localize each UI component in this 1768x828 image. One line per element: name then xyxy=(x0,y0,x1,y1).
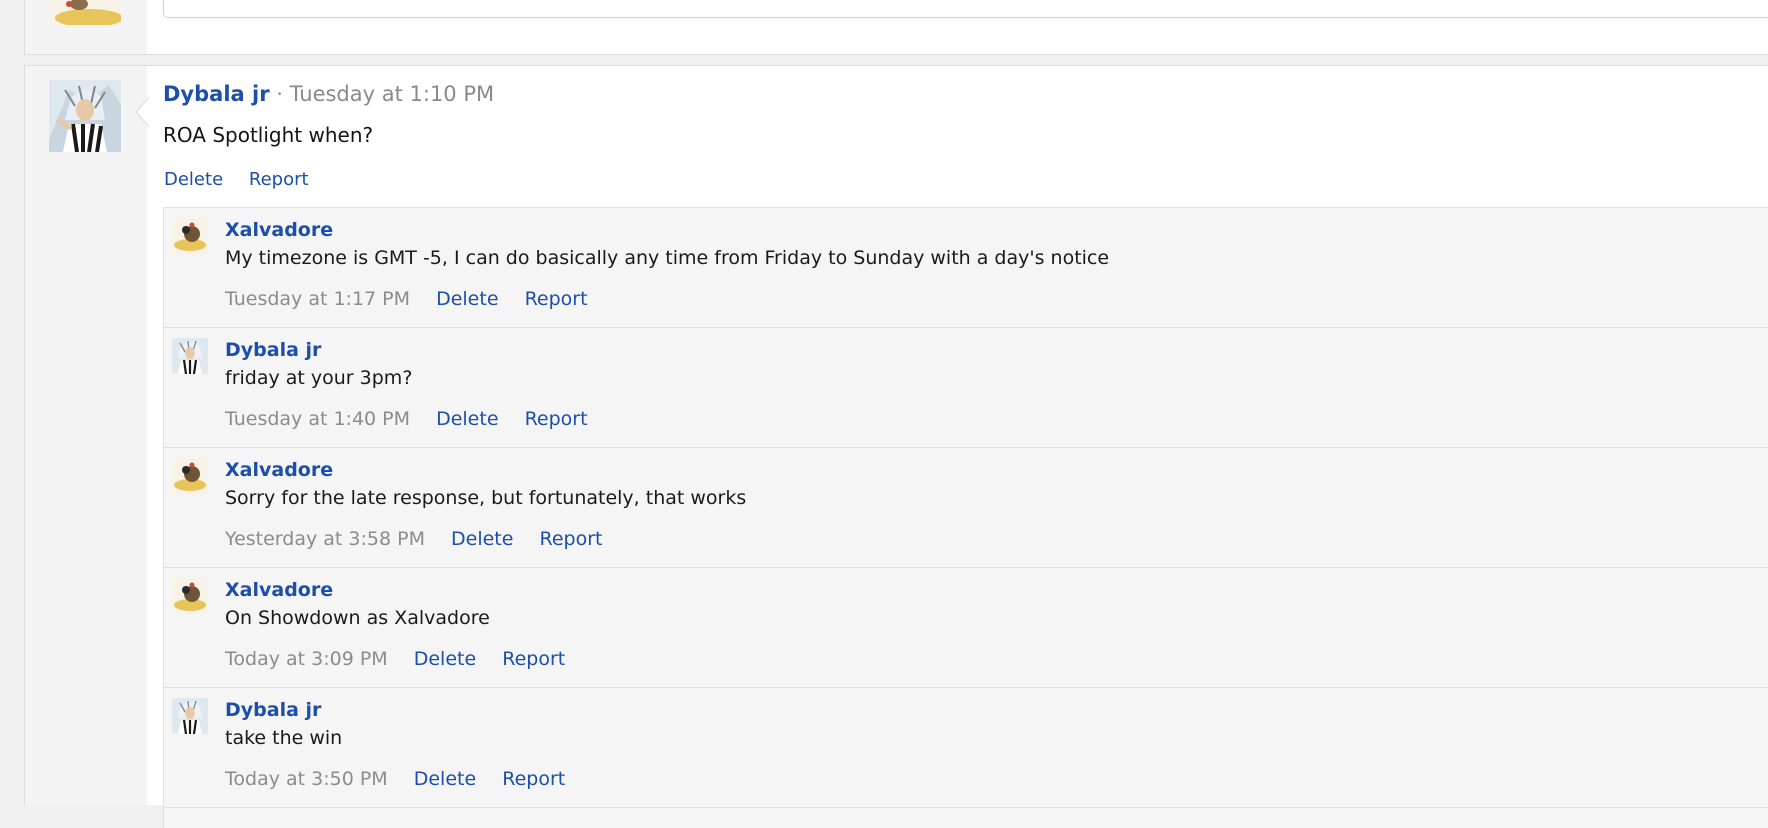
xalvadore-avatar[interactable] xyxy=(172,218,208,254)
comment-text: My timezone is GMT -5, I can do basicall… xyxy=(225,247,1110,269)
comment-item: Xalvadore On Showdown as Xalvadore Today… xyxy=(164,568,1768,688)
xalvadore-avatar[interactable] xyxy=(172,578,208,614)
delete-button[interactable]: Delete xyxy=(451,528,513,550)
post-message: ROA Spotlight when? xyxy=(163,123,374,147)
comment-timestamp[interactable]: Today at 3:50 PM xyxy=(225,768,388,790)
comment-meta: Tuesday at 1:40 PM Delete Report xyxy=(225,408,608,430)
report-button[interactable]: Report xyxy=(502,768,565,790)
comment-text: On Showdown as Xalvadore xyxy=(225,607,490,629)
comment-author-link[interactable]: Dybala jr xyxy=(225,339,321,361)
report-button[interactable]: Report xyxy=(525,408,588,430)
comment-text: friday at your 3pm? xyxy=(225,367,413,389)
comment-author-link[interactable]: Xalvadore xyxy=(225,219,333,241)
dybala-avatar[interactable] xyxy=(172,698,208,734)
comment-meta: Tuesday at 1:17 PM Delete Report xyxy=(225,288,608,310)
comment-item: Dybala jr take the win Today at 3:50 PM … xyxy=(164,688,1768,808)
dybala-avatar[interactable] xyxy=(172,338,208,374)
comment-list: Xalvadore My timezone is GMT -5, I can d… xyxy=(163,207,1768,828)
delete-button[interactable]: Delete xyxy=(164,169,223,190)
comment-author-link[interactable]: Xalvadore xyxy=(225,459,333,481)
post-author-link[interactable]: Dybala jr xyxy=(163,82,270,106)
previous-post-card xyxy=(24,0,1768,55)
report-button[interactable]: Report xyxy=(502,648,565,670)
delete-button[interactable]: Delete xyxy=(414,648,476,670)
dybala-avatar[interactable] xyxy=(49,80,121,152)
post-header: Dybala jr · Tuesday at 1:10 PM xyxy=(163,82,494,106)
post-timestamp[interactable]: Tuesday at 1:10 PM xyxy=(290,82,495,106)
comment-meta: Today at 3:09 PM Delete Report xyxy=(225,648,585,670)
separator: · xyxy=(276,82,283,106)
comment-meta: Yesterday at 3:58 PM Delete Report xyxy=(225,528,622,550)
post-actions: Delete Report xyxy=(164,169,329,190)
delete-button[interactable]: Delete xyxy=(414,768,476,790)
xalvadore-avatar[interactable] xyxy=(172,458,208,494)
comment-author-link[interactable]: Xalvadore xyxy=(225,579,333,601)
comment-timestamp[interactable]: Tuesday at 1:40 PM xyxy=(225,408,410,430)
delete-button[interactable]: Delete xyxy=(436,408,498,430)
comment-item: Xalvadore My timezone is GMT -5, I can d… xyxy=(164,208,1768,328)
comment-author-link[interactable]: Dybala jr xyxy=(225,699,321,721)
comment-timestamp[interactable]: Yesterday at 3:58 PM xyxy=(225,528,425,550)
profile-post-card: Dybala jr · Tuesday at 1:10 PM ROA Spotl… xyxy=(24,65,1768,828)
report-button[interactable]: Report xyxy=(540,528,603,550)
message-arrow xyxy=(135,96,150,128)
avatar-gutter xyxy=(25,66,147,805)
report-button[interactable]: Report xyxy=(249,169,309,190)
delete-button[interactable]: Delete xyxy=(436,288,498,310)
reply-input[interactable] xyxy=(163,0,1768,18)
comment-text: take the win xyxy=(225,727,343,749)
comment-timestamp[interactable]: Tuesday at 1:17 PM xyxy=(225,288,410,310)
report-button[interactable]: Report xyxy=(525,288,588,310)
comment-meta: Today at 3:50 PM Delete Report xyxy=(225,768,585,790)
comment-item: Xalvadore Sorry for the late response, b… xyxy=(164,448,1768,568)
xalvadore-avatar[interactable] xyxy=(49,0,121,25)
comment-item: Dybala jr friday at your 3pm? Tuesday at… xyxy=(164,328,1768,448)
comment-text: Sorry for the late response, but fortuna… xyxy=(225,487,747,509)
comment-timestamp[interactable]: Today at 3:09 PM xyxy=(225,648,388,670)
